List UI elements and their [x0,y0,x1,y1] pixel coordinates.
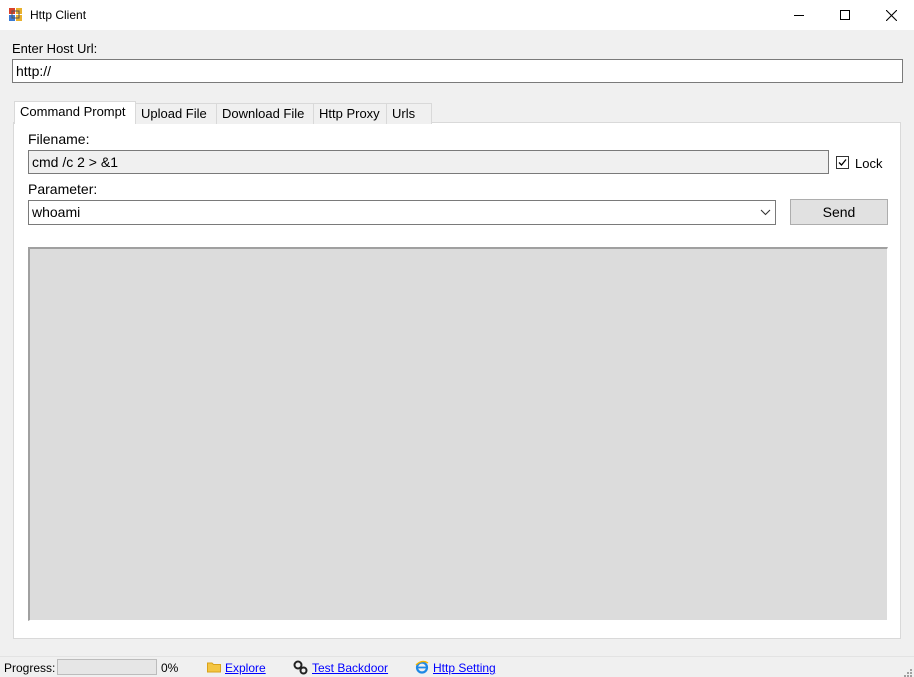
lock-label[interactable]: Lock [855,156,882,171]
minimize-button[interactable] [776,0,822,30]
ie-icon [415,660,429,674]
test-backdoor-link[interactable]: Test Backdoor [312,661,388,675]
parameter-combobox[interactable]: whoami [28,200,776,225]
progress-bar [57,659,157,675]
explore-link[interactable]: Explore [225,661,266,675]
minimize-icon [794,15,804,16]
tab-upload-file[interactable]: Upload File [135,103,217,124]
gears-icon [293,660,308,675]
filename-label: Filename: [28,131,90,147]
host-url-label: Enter Host Url: [12,41,98,56]
progress-percent: 0% [161,661,179,675]
tab-http-proxy[interactable]: Http Proxy [313,103,387,124]
send-button[interactable]: Send [790,199,888,225]
tab-download-file[interactable]: Download File [216,103,314,124]
close-button[interactable] [868,0,914,30]
parameter-label: Parameter: [28,181,98,197]
maximize-icon [840,10,850,20]
http-setting-link[interactable]: Http Setting [433,661,496,675]
filename-field[interactable]: cmd /c 2 > &1 [28,150,829,174]
checkmark-icon [838,159,847,166]
title-bar: Http Client [0,0,914,30]
lock-checkbox[interactable] [836,156,849,169]
resize-grip-icon[interactable] [902,665,912,677]
parameter-value: whoami [32,204,81,220]
progress-label: Progress: [4,661,56,675]
app-icon [9,8,23,22]
chevron-down-icon[interactable] [760,208,771,216]
output-textarea[interactable] [28,247,888,621]
close-icon [885,9,897,21]
host-url-input[interactable]: http:// [12,59,903,83]
tab-command-prompt[interactable]: Command Prompt [14,101,136,124]
folder-icon [207,660,221,674]
tab-urls[interactable]: Urls [386,103,432,124]
status-bar: Progress: 0% Explore Test Backdoor Http … [0,656,914,677]
window-title: Http Client [30,8,87,22]
maximize-button[interactable] [822,0,868,30]
